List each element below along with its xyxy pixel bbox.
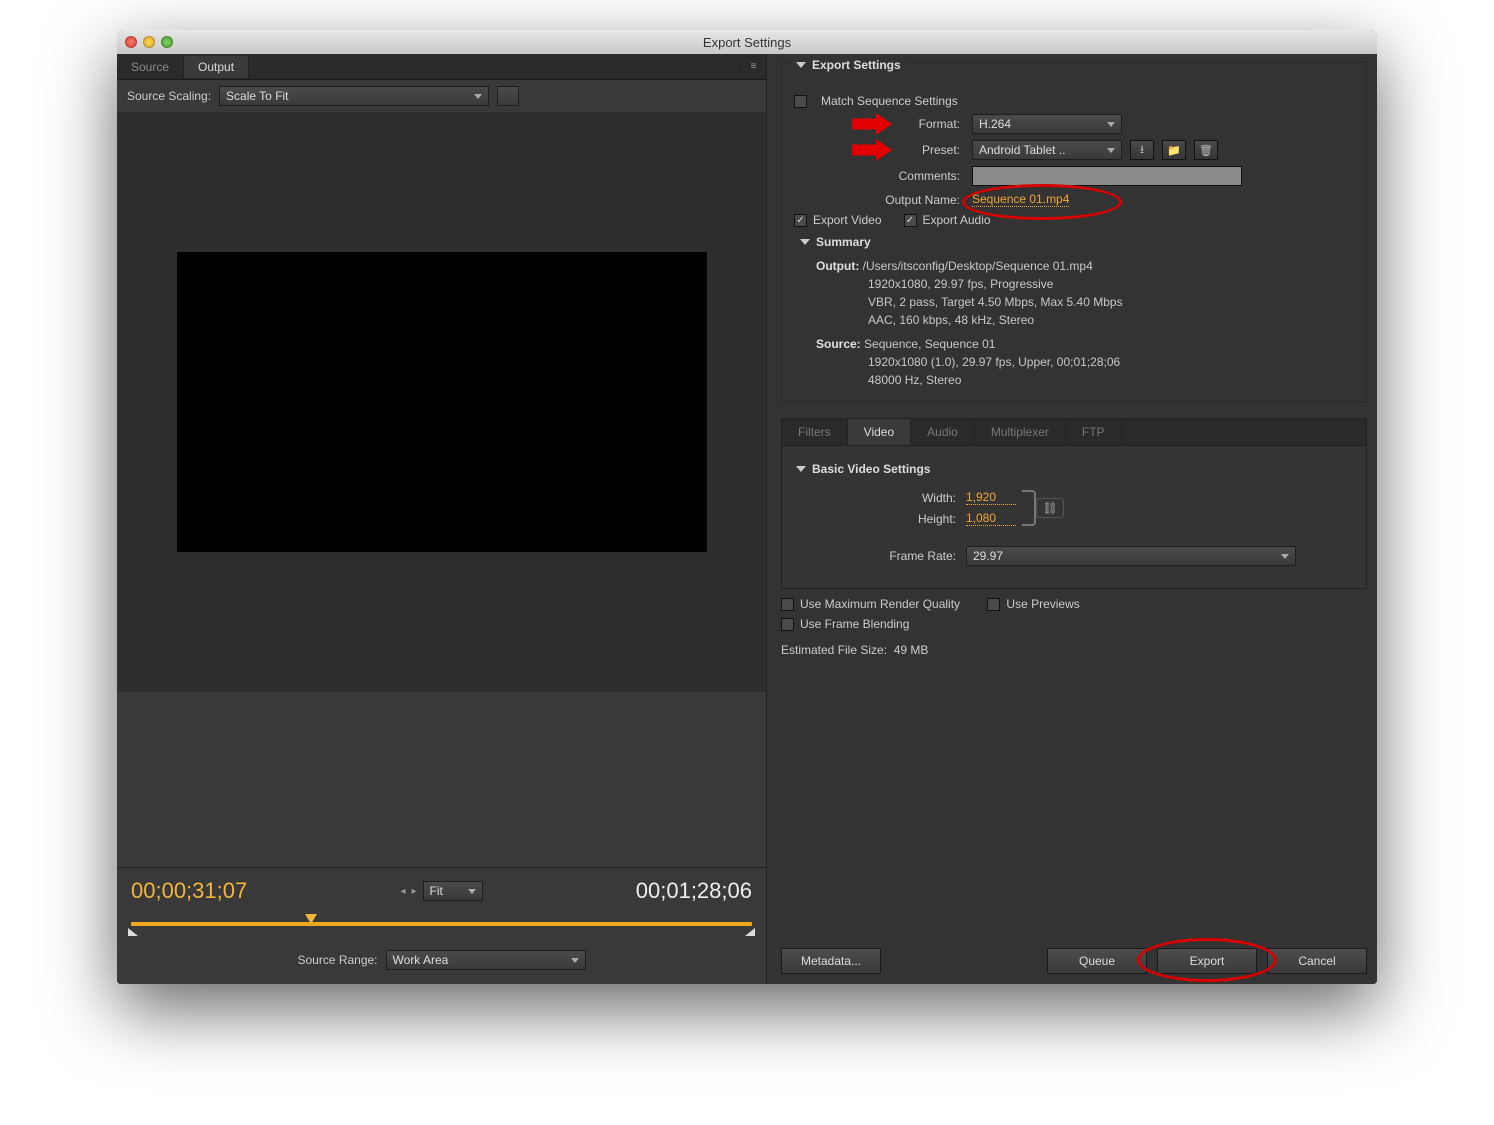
tab-output[interactable]: Output <box>184 56 249 78</box>
import-preset-icon[interactable]: 📁 <box>1162 140 1186 160</box>
chevron-down-icon <box>468 889 476 894</box>
width-label: Width: <box>796 491 956 505</box>
use-previews-option[interactable]: Use Previews <box>987 597 1079 611</box>
preview-pane: Source Output ≡ Source Scaling: Scale To… <box>117 54 767 984</box>
summary-source-label: Source: <box>816 337 861 351</box>
video-panel: Basic Video Settings Width: 1,920 Height… <box>781 446 1367 589</box>
use-previews-label: Use Previews <box>1006 597 1079 611</box>
summary-title: Summary <box>816 235 871 249</box>
max-render-checkbox[interactable] <box>781 598 794 611</box>
disclosure-triangle-icon[interactable] <box>796 466 806 472</box>
height-value[interactable]: 1,080 <box>966 511 1016 526</box>
export-video-label: Export Video <box>813 213 882 227</box>
tab-audio[interactable]: Audio <box>911 419 975 445</box>
zoom-fit-dropdown[interactable]: Fit <box>423 881 483 901</box>
in-handle-icon[interactable] <box>128 928 138 936</box>
summary-source-res: 1920x1080 (1.0), 29.97 fps, Upper, 00;01… <box>816 353 1354 371</box>
disclosure-triangle-icon[interactable] <box>796 62 806 68</box>
triangle-right-icon[interactable]: ▸ <box>412 886 417 897</box>
source-range-label: Source Range: <box>297 953 377 967</box>
comments-label: Comments: <box>794 169 964 183</box>
titlebar[interactable]: Export Settings <box>117 30 1377 54</box>
fit-value: Fit <box>430 884 443 898</box>
export-audio-option[interactable]: Export Audio <box>904 213 991 227</box>
source-scaling-value: Scale To Fit <box>226 89 288 103</box>
source-scaling-dropdown[interactable]: Scale To Fit <box>219 86 489 106</box>
source-scaling-label: Source Scaling: <box>127 89 211 103</box>
frame-rate-label: Frame Rate: <box>796 549 956 563</box>
est-size-value: 49 MB <box>894 643 929 657</box>
queue-button[interactable]: Queue <box>1047 948 1147 974</box>
export-video-checkbox[interactable] <box>794 214 807 227</box>
crop-button[interactable] <box>497 86 519 106</box>
tab-multiplexer[interactable]: Multiplexer <box>975 419 1066 445</box>
playhead-icon[interactable] <box>305 914 317 924</box>
summary-output-bitrate: VBR, 2 pass, Target 4.50 Mbps, Max 5.40 … <box>816 293 1354 311</box>
chevron-down-icon <box>571 958 579 963</box>
settings-pane: Export Settings Match Sequence Settings … <box>767 54 1377 984</box>
out-handle-icon[interactable] <box>745 928 755 936</box>
link-icon[interactable]: ⛓ <box>1036 498 1064 518</box>
delete-preset-icon[interactable]: 🗑 <box>1194 140 1218 160</box>
out-timecode: 00;01;28;06 <box>636 878 752 904</box>
summary-block: Output: /Users/itsconfig/Desktop/Sequenc… <box>794 257 1354 389</box>
frame-blending-checkbox[interactable] <box>781 618 794 631</box>
chevron-down-icon <box>474 94 482 99</box>
disclosure-triangle-icon[interactable] <box>800 239 810 245</box>
export-settings-title: Export Settings <box>812 58 901 72</box>
in-timecode[interactable]: 00;00;31;07 <box>131 878 247 904</box>
settings-tabs: Filters Video Audio Multiplexer FTP <box>781 418 1367 446</box>
source-range-dropdown[interactable]: Work Area <box>386 950 586 970</box>
format-dropdown[interactable]: H.264 <box>972 114 1122 134</box>
summary-source-audio: 48000 Hz, Stereo <box>816 371 1354 389</box>
comments-input[interactable] <box>972 166 1242 186</box>
export-button[interactable]: Export <box>1157 948 1257 974</box>
summary-output-res: 1920x1080, 29.97 fps, Progressive <box>816 275 1354 293</box>
tab-source[interactable]: Source <box>117 56 184 78</box>
output-name-label: Output Name: <box>794 193 964 207</box>
frame-blending-label: Use Frame Blending <box>800 617 909 631</box>
metadata-button[interactable]: Metadata... <box>781 948 881 974</box>
chevron-down-icon <box>1107 148 1115 153</box>
cancel-button[interactable]: Cancel <box>1267 948 1367 974</box>
tab-filters[interactable]: Filters <box>782 419 848 445</box>
window-title: Export Settings <box>117 35 1377 50</box>
est-size-label: Estimated File Size: <box>781 643 887 657</box>
chevron-down-icon <box>1107 122 1115 127</box>
height-label: Height: <box>796 512 956 526</box>
basic-video-title: Basic Video Settings <box>812 462 930 476</box>
export-audio-checkbox[interactable] <box>904 214 917 227</box>
export-audio-label: Export Audio <box>923 213 991 227</box>
export-settings-window: Export Settings Source Output ≡ Source S… <box>117 30 1377 984</box>
bracket-icon <box>1022 490 1036 526</box>
export-video-option[interactable]: Export Video <box>794 213 882 227</box>
output-name-link[interactable]: Sequence 01.mp4 <box>972 192 1069 207</box>
match-sequence-checkbox[interactable] <box>794 95 807 108</box>
timeline[interactable] <box>131 914 752 934</box>
summary-output-label: Output: <box>816 259 859 273</box>
use-previews-checkbox[interactable] <box>987 598 1000 611</box>
preview-area <box>117 112 766 692</box>
summary-output-path: /Users/itsconfig/Desktop/Sequence 01.mp4 <box>863 259 1093 273</box>
panel-menu-icon[interactable]: ≡ <box>740 61 766 72</box>
format-value: H.264 <box>979 117 1011 131</box>
chevron-down-icon <box>1281 554 1289 559</box>
max-render-option[interactable]: Use Maximum Render Quality <box>781 597 960 611</box>
preset-value: Android Tablet .. <box>979 143 1066 157</box>
tab-ftp[interactable]: FTP <box>1066 419 1122 445</box>
match-sequence-label: Match Sequence Settings <box>821 94 958 108</box>
summary-output-audio: AAC, 160 kbps, 48 kHz, Stereo <box>816 311 1354 329</box>
summary-source-seq: Sequence, Sequence 01 <box>864 337 995 351</box>
save-preset-icon[interactable]: ⭳ <box>1130 140 1154 160</box>
tab-video[interactable]: Video <box>848 419 911 445</box>
frame-blending-option[interactable]: Use Frame Blending <box>781 617 909 631</box>
preset-dropdown[interactable]: Android Tablet .. <box>972 140 1122 160</box>
frame-rate-value: 29.97 <box>973 549 1003 563</box>
max-render-label: Use Maximum Render Quality <box>800 597 960 611</box>
width-value[interactable]: 1,920 <box>966 490 1016 505</box>
frame-rate-dropdown[interactable]: 29.97 <box>966 546 1296 566</box>
triangle-left-icon[interactable]: ◂ <box>400 886 405 897</box>
source-range-value: Work Area <box>393 953 449 967</box>
video-preview[interactable] <box>177 252 707 552</box>
